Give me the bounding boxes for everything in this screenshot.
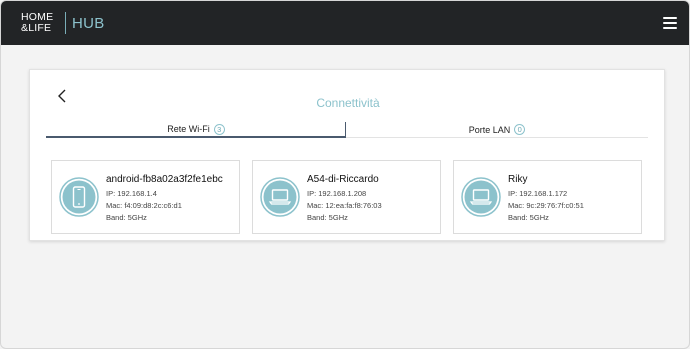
device-band: Band: 5GHz <box>307 213 348 222</box>
connectivity-card: Connettività Rete Wi-Fi 3 Porte LAN 0 an… <box>29 69 665 241</box>
tab-count-badge: 3 <box>213 123 225 135</box>
tab-count-badge: 0 <box>514 124 526 135</box>
device-mac: Mac: f4:09:d8:2c:c6:d1 <box>106 201 182 210</box>
device-mac: Mac: 9c:29:76:7f:c0:51 <box>508 201 584 210</box>
device-band: Band: 5GHz <box>508 213 549 222</box>
device-mac: Mac: 12:ea:fa:f8:76:03 <box>307 201 382 210</box>
smartphone-icon <box>59 177 99 217</box>
device-card[interactable]: Riky IP: 192.168.1.172 Mac: 9c:29:76:7f:… <box>453 160 642 234</box>
page-title: Connettività <box>316 96 380 110</box>
device-name: A54-di-Riccardo <box>307 174 379 185</box>
tab-wifi-network[interactable]: Rete Wi-Fi 3 <box>46 122 346 138</box>
home-and-life-hub-logo[interactable]: HOME &LIFE HUB <box>21 10 105 36</box>
device-ip: IP: 192.168.1.172 <box>508 189 568 198</box>
hamburger-menu-icon[interactable] <box>663 17 677 29</box>
top-bar: HOME &LIFE HUB <box>1 1 689 45</box>
tab-lan-ports[interactable]: Porte LAN 0 <box>346 122 648 138</box>
logo-wordmark: HOME &LIFE <box>21 12 61 34</box>
menu-bar <box>663 17 677 19</box>
menu-bar <box>663 27 677 29</box>
device-band: Band: 5GHz <box>106 213 147 222</box>
laptop-icon <box>461 177 501 217</box>
menu-bar <box>663 22 677 24</box>
laptop-icon <box>260 177 300 217</box>
device-card[interactable]: android-fb8a02a3f2fe1ebc IP: 192.168.1.4… <box>51 160 240 234</box>
app-window: HOME &LIFE HUB Connettività Rete Wi-Fi 3 <box>0 0 690 349</box>
tab-label: Rete Wi-Fi <box>167 124 210 134</box>
logo-line-2: &LIFE <box>21 22 52 34</box>
tab-bar: Rete Wi-Fi 3 Porte LAN 0 <box>46 122 648 138</box>
device-ip: IP: 192.168.1.4 <box>106 189 157 198</box>
tab-label: Porte LAN <box>468 124 511 135</box>
logo-hub-text: HUB <box>72 14 105 32</box>
device-card[interactable]: A54-di-Riccardo IP: 192.168.1.208 Mac: 1… <box>252 160 441 234</box>
logo-divider <box>65 12 66 34</box>
device-name: Riky <box>508 174 528 185</box>
device-ip: IP: 192.168.1.208 <box>307 189 367 198</box>
device-name: android-fb8a02a3f2fe1ebc <box>106 174 223 185</box>
